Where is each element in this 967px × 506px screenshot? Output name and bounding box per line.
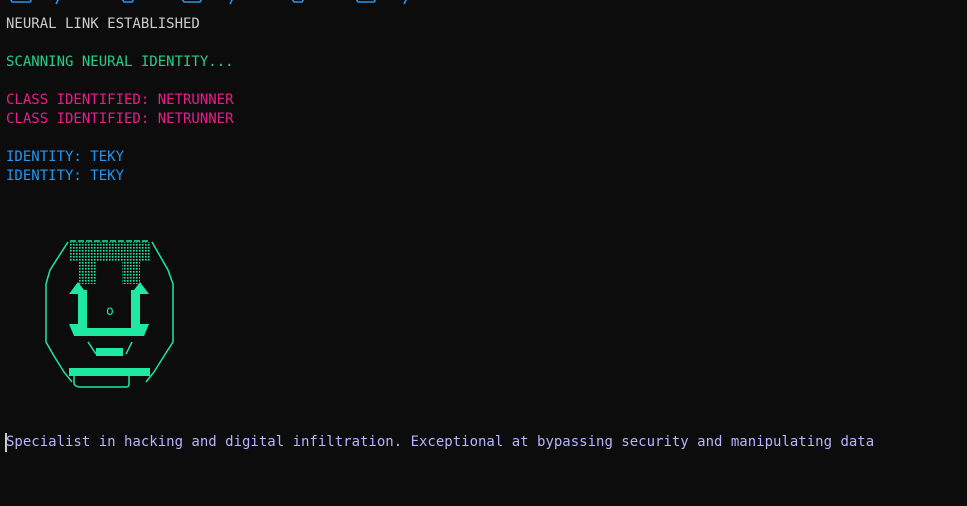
ascii-banner-fragment-icon [10,0,407,5]
avatar-eye: o [106,304,114,319]
terminal-window[interactable]: NEURAL LINK ESTABLISHED SCANNING NEURAL … [0,0,967,506]
identity-line-1: IDENTITY: TEKY [6,149,125,165]
class-line-2: CLASS IDENTIFIED: NETRUNNER [6,111,234,127]
link-status-line: NEURAL LINK ESTABLISHED [6,16,200,32]
class-line-1: CLASS IDENTIFIED: NETRUNNER [6,92,234,108]
netrunner-ascii-avatar-icon: o [45,240,174,388]
description-line: Specialist in hacking and digital infilt… [6,434,875,450]
scan-status-line: SCANNING NEURAL IDENTITY... [6,54,234,70]
identity-line-2: IDENTITY: TEKY [6,168,125,184]
